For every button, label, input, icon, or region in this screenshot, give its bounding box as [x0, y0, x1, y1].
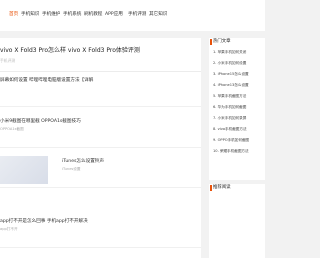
sidebar-item[interactable]: 5. 苹果手机截图方法: [213, 94, 269, 99]
article-meta: 手机评测: [0, 58, 16, 63]
sidebar-item[interactable]: 4. iPhone13怎么设置: [213, 83, 269, 88]
post-item[interactable]: 屏幕如何设置 哔哩哔哩电脑版设置方法【详解: [0, 72, 201, 107]
nav-item-other[interactable]: 其它知识: [149, 12, 167, 18]
nav-item-home[interactable]: 首页: [9, 12, 18, 18]
nav-item-maintenance[interactable]: 手机维护: [42, 12, 60, 18]
main-content: vivo X Fold3 Pro怎么样 vivo X Fold3 Pro体验评测…: [0, 38, 201, 258]
sidebar-item[interactable]: 1. 苹果手机如何关闭: [213, 50, 269, 55]
recommend-title: 推荐阅读: [210, 185, 231, 191]
nav-item-system[interactable]: 手机系统: [63, 12, 81, 18]
post-thumbnail[interactable]: [0, 156, 48, 184]
nav-item-review[interactable]: 手机评测: [128, 12, 146, 18]
article-header: vivo X Fold3 Pro怎么样 vivo X Fold3 Pro体验评测…: [0, 38, 201, 72]
nav-item-app[interactable]: APP应用: [105, 12, 123, 18]
post-title[interactable]: 小米9截图在哪里截 OPPOA1s截图技巧: [0, 119, 81, 125]
nav-item-knowledge[interactable]: 手机知识: [21, 12, 39, 18]
nav-item-flash-tutorial[interactable]: 刷机教程: [84, 12, 102, 18]
sidebar-item[interactable]: 7. 小米手机如何录屏: [213, 116, 269, 121]
sidebar-item[interactable]: 2. 小米手机如何设置: [213, 61, 269, 66]
sidebar-item[interactable]: 3. iPhone15怎么设置: [213, 72, 269, 77]
post-item[interactable]: app打不开是怎么回事 手机app打不开解决 app打不开: [0, 213, 201, 248]
sidebar-item[interactable]: 8. vivo手机截图方法: [213, 127, 269, 132]
post-title[interactable]: app打不开是怎么回事 手机app打不开解决: [0, 219, 88, 225]
top-nav: 首页 手机知识 手机维护 手机系统 刷机教程 APP应用 手机评测 其它知识: [0, 0, 265, 31]
sidebar-item[interactable]: 10. 荣耀手机截图方法: [213, 149, 269, 154]
sidebar-item[interactable]: 6. 华为手机如何截图: [213, 105, 269, 110]
post-meta: OPPOA1s截图: [0, 127, 24, 131]
post-meta: iTunes设置: [62, 167, 81, 171]
post-title[interactable]: iTunes怎么设置铃声: [62, 159, 104, 165]
hot-articles-box: 热门文章 1. 苹果手机如何关闭 2. 小米手机如何设置 3. iPhone15…: [209, 38, 265, 180]
post-item[interactable]: 小米9截图在哪里截 OPPOA1s截图技巧 OPPOA1s截图: [0, 113, 201, 148]
recommend-box: 推荐阅读: [209, 184, 265, 258]
post-meta: app打不开: [0, 227, 18, 231]
post-item[interactable]: iTunes怎么设置铃声 iTunes设置: [0, 153, 201, 188]
sidebar: 热门文章 1. 苹果手机如何关闭 2. 小米手机如何设置 3. iPhone15…: [209, 38, 265, 258]
hot-articles-title: 热门文章: [210, 39, 231, 45]
article-title[interactable]: vivo X Fold3 Pro怎么样 vivo X Fold3 Pro体验评测: [0, 47, 201, 55]
sidebar-item[interactable]: 9. OPPO手机如何截图: [213, 138, 269, 143]
post-title[interactable]: 屏幕如何设置 哔哩哔哩电脑版设置方法【详解: [0, 78, 93, 84]
